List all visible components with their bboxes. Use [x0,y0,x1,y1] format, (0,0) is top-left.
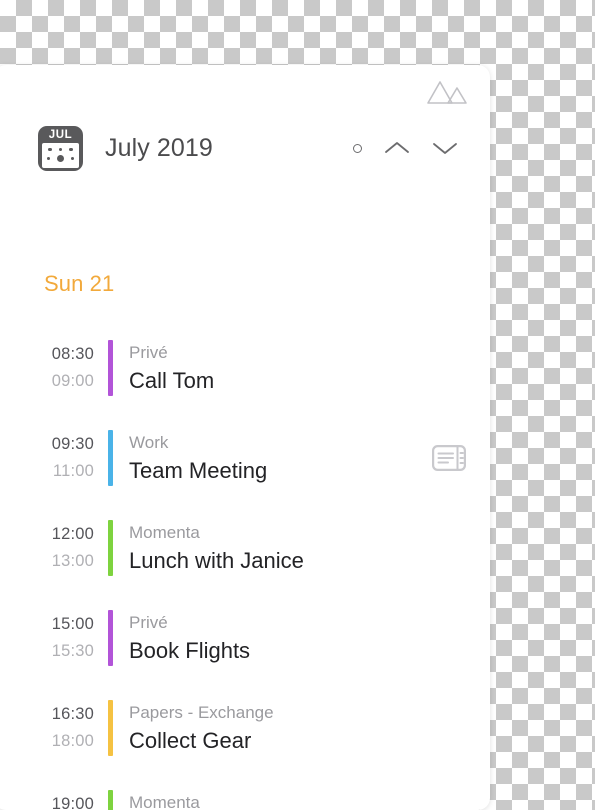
event-title: Collect Gear [129,728,252,753]
today-dot-button[interactable] [353,143,362,153]
event-row[interactable]: 09:30 11:00 Work Team Meeting [0,413,490,503]
page-title: July 2019 [105,133,213,162]
event-calendar-name: Momenta [129,523,200,542]
event-title: Call Tom [129,368,215,393]
chevron-down-icon [433,143,457,154]
event-end-time: 13:00 [51,552,94,570]
mountains-icon [426,77,468,107]
calendar-icon-dot [48,147,52,152]
calendar-icon-dot-row [48,147,73,152]
event-end-time: 11:00 [52,462,94,480]
calendar-icon-dot [69,147,73,152]
event-start-time: 15:00 [51,615,94,633]
event-calendar-color-bar [108,790,113,810]
widget-header: JUL July 2019 [0,120,484,176]
calendar-icon-dot-today [57,155,64,163]
event-end-time: 18:00 [51,732,94,750]
event-calendar-name: Papers - Exchange [129,703,274,722]
event-time: 12:00 13:00 [40,521,108,575]
event-calendar-name: Privé [129,343,168,362]
event-row[interactable]: 15:00 15:30 Privé Book Flights [0,593,490,683]
event-text: Privé Book Flights [129,610,424,666]
day-heading: Sun 21 [44,271,115,296]
calendar-app-icon-month: JUL [48,128,73,141]
event-time: 16:30 18:00 [40,701,108,755]
calendar-widget: JUL July 2019 Sun 21 08:30 09:00 Privé C… [0,65,490,810]
previous-button[interactable] [384,140,410,156]
event-calendar-color-bar [108,520,113,576]
event-calendar-color-bar [108,430,113,486]
event-start-time: 12:00 [51,525,94,543]
circle-icon [353,143,362,153]
event-calendar-color-bar [108,610,113,666]
event-end-time: 15:30 [51,642,94,660]
event-calendar-name: Privé [129,613,168,632]
event-time: 19:0020:00 [40,791,108,810]
event-start-time: 08:30 [51,345,94,363]
event-row[interactable]: 16:30 18:00 Papers - Exchange Collect Gear [0,683,490,773]
next-button[interactable] [432,140,458,156]
event-calendar-color-bar [108,700,113,756]
header-controls [353,140,458,156]
event-time: 09:30 11:00 [40,431,108,485]
event-text: Momenta Lunch with Janice [129,520,424,576]
event-list: 08:30 09:00 Privé Call Tom 09:30 11:00 Work Tea… [0,323,490,810]
event-time: 08:30 09:00 [40,341,108,395]
event-text: MomentaPack Suitcase [129,790,424,810]
calendar-icon-dot [71,156,75,161]
event-text: Privé Call Tom [129,340,424,396]
event-text: Papers - Exchange Collect Gear [129,700,424,756]
event-title: Team Meeting [129,458,268,483]
calendar-app-icon[interactable]: JUL [38,125,83,171]
calendar-app-icon-grid [42,142,79,168]
event-calendar-color-bar [108,340,113,396]
calendar-icon-dot-row [46,155,75,163]
event-time: 15:00 15:30 [40,611,108,665]
calendar-icon-dot [58,147,63,152]
event-calendar-name: Work [129,433,169,452]
event-start-time: 19:00 [51,795,94,810]
event-row[interactable]: 19:0020:00 MomentaPack Suitcase [0,773,490,810]
event-start-time: 09:30 [51,435,94,453]
event-row[interactable]: 08:30 09:00 Privé Call Tom [0,323,490,413]
event-notes-icon[interactable] [432,445,466,471]
calendar-icon-dot [46,156,50,161]
event-row[interactable]: 12:00 13:00 Momenta Lunch with Janice [0,503,490,593]
event-calendar-name: Momenta [129,793,200,810]
event-title: Book Flights [129,638,251,663]
event-start-time: 16:30 [51,705,94,723]
event-text: Work Team Meeting [129,430,424,486]
event-end-time: 09:00 [51,372,94,390]
event-title: Lunch with Janice [129,548,304,573]
chevron-up-icon [385,142,409,153]
